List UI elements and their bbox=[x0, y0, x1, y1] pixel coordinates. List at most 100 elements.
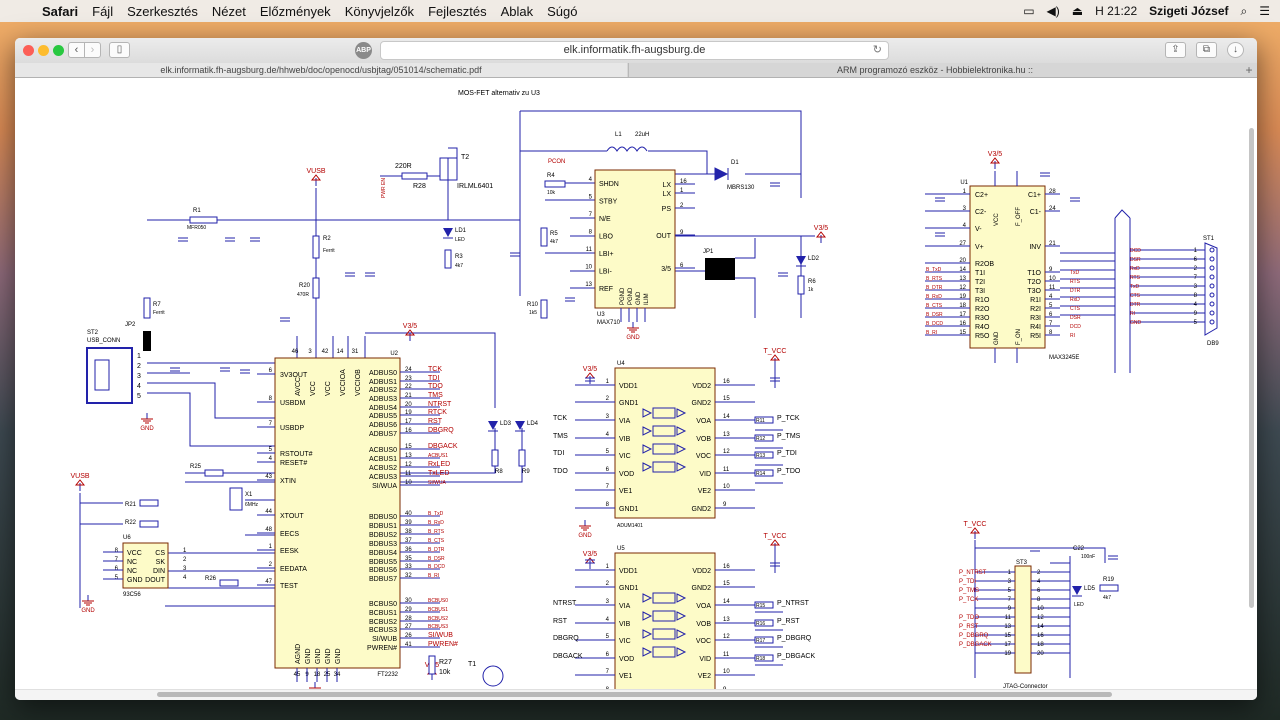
pdf-viewer[interactable]: MOS-FET alternativ zu U3 U2 FT2232 6 3V3OUT 8… bbox=[15, 78, 1257, 690]
eeprom-gnd-label: GND bbox=[81, 608, 95, 614]
max710-left-name-3: LBO bbox=[599, 234, 614, 241]
max3245-name: MAX3245E bbox=[1049, 355, 1079, 361]
eeprom-right-name-0: CS bbox=[155, 550, 165, 557]
notification-center-icon[interactable]: ☰ bbox=[1259, 4, 1270, 18]
resistor-r9 bbox=[518, 449, 526, 467]
menu-view[interactable]: Nézet bbox=[212, 4, 246, 19]
r2-value: Ferrit bbox=[323, 248, 335, 254]
tab-schematic-pdf[interactable]: elk.informatik.fh-augsburg.de/hhweb/doc/… bbox=[15, 63, 627, 77]
max3245-left-name-1: C2- bbox=[975, 209, 987, 216]
ft2232-top-name-3: VCCIOA bbox=[340, 369, 347, 396]
eject-icon[interactable]: ⏏ bbox=[1072, 4, 1083, 18]
resistor-r7 bbox=[143, 297, 151, 319]
adum-u4-right-num-2: 14 bbox=[723, 414, 730, 420]
back-button[interactable]: ‹ bbox=[68, 42, 85, 58]
adum-u4-left-num-2: 3 bbox=[606, 414, 610, 420]
horizontal-scroll-thumb[interactable] bbox=[157, 692, 1112, 697]
horizontal-scrollbar[interactable] bbox=[15, 689, 1257, 700]
ft2232-right-num-0: 24 bbox=[405, 367, 412, 373]
jtag-net-3: P_TCK bbox=[959, 597, 978, 603]
clock[interactable]: H 21:22 bbox=[1095, 4, 1137, 18]
ft2232-right-num-24: 27 bbox=[405, 624, 412, 630]
ft2232-right-num-9: 13 bbox=[405, 453, 412, 459]
ft2232-left-name-10: TEST bbox=[280, 583, 299, 590]
max3245-left-name-5: T1I bbox=[975, 270, 985, 277]
reload-icon[interactable]: ↻ bbox=[873, 42, 882, 59]
ft2232-net-13: B_TxD bbox=[428, 511, 444, 517]
inductor-ref: L1 bbox=[615, 132, 622, 138]
ft2232-top-num-1: 3 bbox=[308, 349, 312, 355]
close-window-button[interactable] bbox=[23, 45, 34, 56]
adum-u5-left-name-3: VIB bbox=[619, 621, 631, 628]
max3245-right-name-3: T1O bbox=[1027, 270, 1041, 277]
menu-history[interactable]: Előzmények bbox=[260, 4, 331, 19]
zoom-window-button[interactable] bbox=[53, 45, 64, 56]
ft2232-right-name-6: ADBUS6 bbox=[369, 422, 397, 429]
forward-button[interactable]: › bbox=[84, 42, 101, 58]
menu-edit[interactable]: Szerkesztés bbox=[127, 4, 198, 19]
mosfet-part: IRLML6401 bbox=[457, 183, 493, 190]
ld2-ref: LD2 bbox=[808, 256, 820, 262]
menu-bookmarks[interactable]: Könyvjelzők bbox=[345, 4, 414, 19]
ft2232-net-6: RST bbox=[428, 418, 443, 425]
menu-window[interactable]: Ablak bbox=[501, 4, 534, 19]
ft2232-right-name-25: SI/WUB bbox=[372, 636, 397, 643]
adum-u5-left-num-1: 2 bbox=[606, 581, 610, 587]
ft2232-net-26: PWREN# bbox=[428, 641, 458, 648]
adum-u4-right-num-1: 15 bbox=[723, 396, 730, 402]
ft2232-left-num-10: 47 bbox=[265, 579, 272, 585]
menu-file[interactable]: Fájl bbox=[92, 4, 113, 19]
db9-net-0: DCD bbox=[1130, 248, 1141, 254]
address-bar[interactable]: elk.informatik.fh-augsburg.de ↻ bbox=[380, 41, 889, 60]
volume-icon[interactable]: ◀) bbox=[1047, 4, 1060, 18]
ft2232-bottom-name-2: GND bbox=[315, 648, 322, 664]
tab-overview-icon[interactable]: ⧉ bbox=[1196, 42, 1217, 58]
eeprom-right-num-3: 4 bbox=[183, 575, 187, 581]
jtag-right-num-4: 10 bbox=[1037, 606, 1044, 612]
jtag-net-2: P_TMS bbox=[959, 588, 979, 594]
display-mirroring-icon[interactable]: ▭ bbox=[1023, 4, 1034, 18]
db9-pin-1: 6 bbox=[1194, 257, 1198, 263]
spotlight-icon[interactable]: ⌕ bbox=[1241, 4, 1248, 19]
r6-ref: R6 bbox=[808, 279, 816, 285]
jtag-left-num-1: 3 bbox=[1008, 579, 1012, 585]
adum-u5-right-name-0: VDD2 bbox=[692, 568, 711, 575]
adum-u5-left-num-0: 1 bbox=[606, 564, 610, 570]
adum-u4-right-name-6: VE2 bbox=[698, 488, 711, 495]
user-name[interactable]: Szigeti József bbox=[1149, 4, 1228, 18]
menu-safari[interactable]: Safari bbox=[42, 4, 78, 19]
menu-help[interactable]: Súgó bbox=[547, 4, 577, 19]
downloads-icon[interactable]: ↓ bbox=[1227, 42, 1244, 58]
menu-develop[interactable]: Fejlesztés bbox=[428, 4, 487, 19]
adum-u4-right-name-4: VOC bbox=[696, 453, 711, 460]
r3-value: 4k7 bbox=[455, 263, 463, 269]
max710-bottom-name-2: GND bbox=[636, 291, 642, 305]
ft2232-net-5: RTCK bbox=[428, 409, 447, 416]
jumper-jp2 bbox=[143, 331, 151, 351]
ld1-type: LED bbox=[455, 237, 465, 243]
new-tab-button[interactable]: + bbox=[1241, 63, 1257, 77]
jtag-left-num-8: 17 bbox=[1004, 642, 1011, 648]
ft2232-left-num-3: 5 bbox=[269, 447, 273, 453]
r4-value: 10k bbox=[547, 190, 556, 196]
ft2232-right-name-2: ADBUS2 bbox=[369, 387, 397, 394]
adum-u5-right-name-6: VE2 bbox=[698, 673, 711, 680]
r7-ref: R7 bbox=[153, 302, 161, 308]
ft2232-right-num-20: 32 bbox=[405, 573, 412, 579]
vertical-scrollbar[interactable] bbox=[1249, 128, 1254, 608]
adum-u5-left-name-0: VDD1 bbox=[619, 568, 638, 575]
ft2232-left-num-0: 6 bbox=[269, 368, 273, 374]
tab-hobbielektronika[interactable]: ARM programozó eszköz - Hobbielektronika… bbox=[628, 63, 1241, 77]
adblock-icon[interactable]: ABP bbox=[355, 42, 372, 59]
max3245-left-name-9: R2O bbox=[975, 306, 990, 313]
ft2232-left-name-6: XTOUT bbox=[280, 513, 304, 520]
menu-bar: Safari Fájl Szerkesztés Nézet Előzmények… bbox=[0, 0, 1280, 22]
ft2232-right-num-19: 33 bbox=[405, 564, 412, 570]
sidebar-toggle-icon[interactable]: ▯ bbox=[109, 42, 130, 58]
ft2232-right-num-13: 40 bbox=[405, 511, 412, 517]
adum-u5-left-net-2: NTRST bbox=[553, 600, 577, 607]
r1-ref: R1 bbox=[193, 208, 201, 214]
share-icon[interactable]: ⇪ bbox=[1165, 42, 1186, 58]
adum-u5-right-net-5: P_DBGACK bbox=[777, 653, 815, 660]
minimize-window-button[interactable] bbox=[38, 45, 49, 56]
